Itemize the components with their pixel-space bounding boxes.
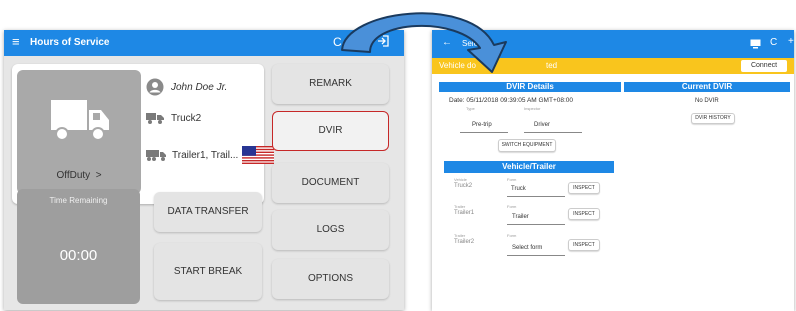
- driver-row: John Doe Jr.: [146, 78, 227, 96]
- dvir-history-button[interactable]: DVIR HISTORY: [691, 113, 735, 124]
- truck-small-icon: [146, 113, 164, 124]
- row-form-underline: [507, 224, 565, 225]
- duty-status[interactable]: OffDuty >: [17, 170, 141, 181]
- row-name: Truck2: [454, 183, 473, 189]
- row-form-label: Form: [507, 233, 517, 238]
- no-dvir-text: No DVIR: [695, 98, 719, 104]
- dvir-button[interactable]: DVIR: [272, 111, 389, 151]
- app-title: Hours of Service: [30, 37, 110, 48]
- inspector-select[interactable]: Driver: [534, 122, 550, 128]
- logs-button[interactable]: LOGS: [272, 210, 389, 250]
- connect-button[interactable]: Connect: [741, 60, 787, 72]
- truck-icon: [51, 100, 109, 141]
- type-select[interactable]: Pre-trip: [472, 122, 492, 128]
- row-form-label: Form: [507, 204, 517, 209]
- account-icon: [146, 78, 164, 96]
- row-form-select[interactable]: Select form: [512, 245, 542, 251]
- duty-status-label: OffDuty: [56, 170, 91, 181]
- inspect-button[interactable]: INSPECT: [568, 208, 600, 220]
- type-label: Type: [466, 106, 475, 111]
- status-box[interactable]: OffDuty >: [17, 70, 141, 194]
- truck-row: Truck2: [146, 112, 201, 124]
- row-form-underline: [507, 255, 565, 256]
- monitor-icon[interactable]: [750, 39, 761, 49]
- trailer-names: Trailer1, Trail...: [172, 149, 239, 161]
- curved-arrow-annotation: [341, 12, 507, 73]
- us-flag-icon: [242, 146, 275, 164]
- add-icon[interactable]: +: [788, 36, 794, 47]
- inspector-label: Inspector: [524, 106, 541, 111]
- type-underline: [460, 132, 508, 133]
- data-transfer-button[interactable]: DATA TRANSFER: [154, 192, 262, 232]
- chevron-right-icon: >: [95, 170, 102, 181]
- trailer-icon: [146, 149, 166, 161]
- time-remaining-box: Time Remaining 00:00: [17, 189, 140, 304]
- document-button[interactable]: DOCUMENT: [272, 163, 389, 203]
- banner-text-tail: ted: [546, 61, 558, 70]
- inspector-underline: [524, 132, 582, 133]
- row-kind: Trailer: [454, 233, 466, 238]
- row-form-select[interactable]: Truck: [511, 186, 526, 192]
- vehicle-trailer-header: Vehicle/Trailer: [444, 161, 614, 173]
- truck-name: Truck2: [171, 112, 202, 124]
- time-remaining-label: Time Remaining: [49, 196, 108, 205]
- refresh-icon[interactable]: C: [770, 37, 777, 48]
- trailer-row: Trailer1, Trail...: [146, 146, 275, 164]
- row-form-select[interactable]: Trailer: [512, 214, 529, 220]
- inspect-button[interactable]: INSPECT: [568, 239, 600, 251]
- current-dvir-header: Current DVIR: [624, 82, 790, 92]
- hamburger-icon[interactable]: ≡: [12, 35, 20, 49]
- switch-equipment-button[interactable]: SWITCH EQUIPMENT: [498, 139, 556, 152]
- row-form-label: Form: [507, 177, 517, 182]
- time-remaining-value: 00:00: [59, 247, 98, 264]
- row-kind: Vehicle: [454, 177, 467, 182]
- row-name: Trailer2: [454, 239, 475, 245]
- inspect-button[interactable]: INSPECT: [568, 182, 600, 194]
- row-kind: Trailer: [454, 204, 466, 209]
- start-break-button[interactable]: START BREAK: [154, 243, 262, 300]
- driver-name: John Doe Jr.: [171, 81, 228, 93]
- row-name: Trailer1: [454, 210, 475, 216]
- row-form-underline: [507, 196, 565, 197]
- options-button[interactable]: OPTIONS: [272, 259, 389, 299]
